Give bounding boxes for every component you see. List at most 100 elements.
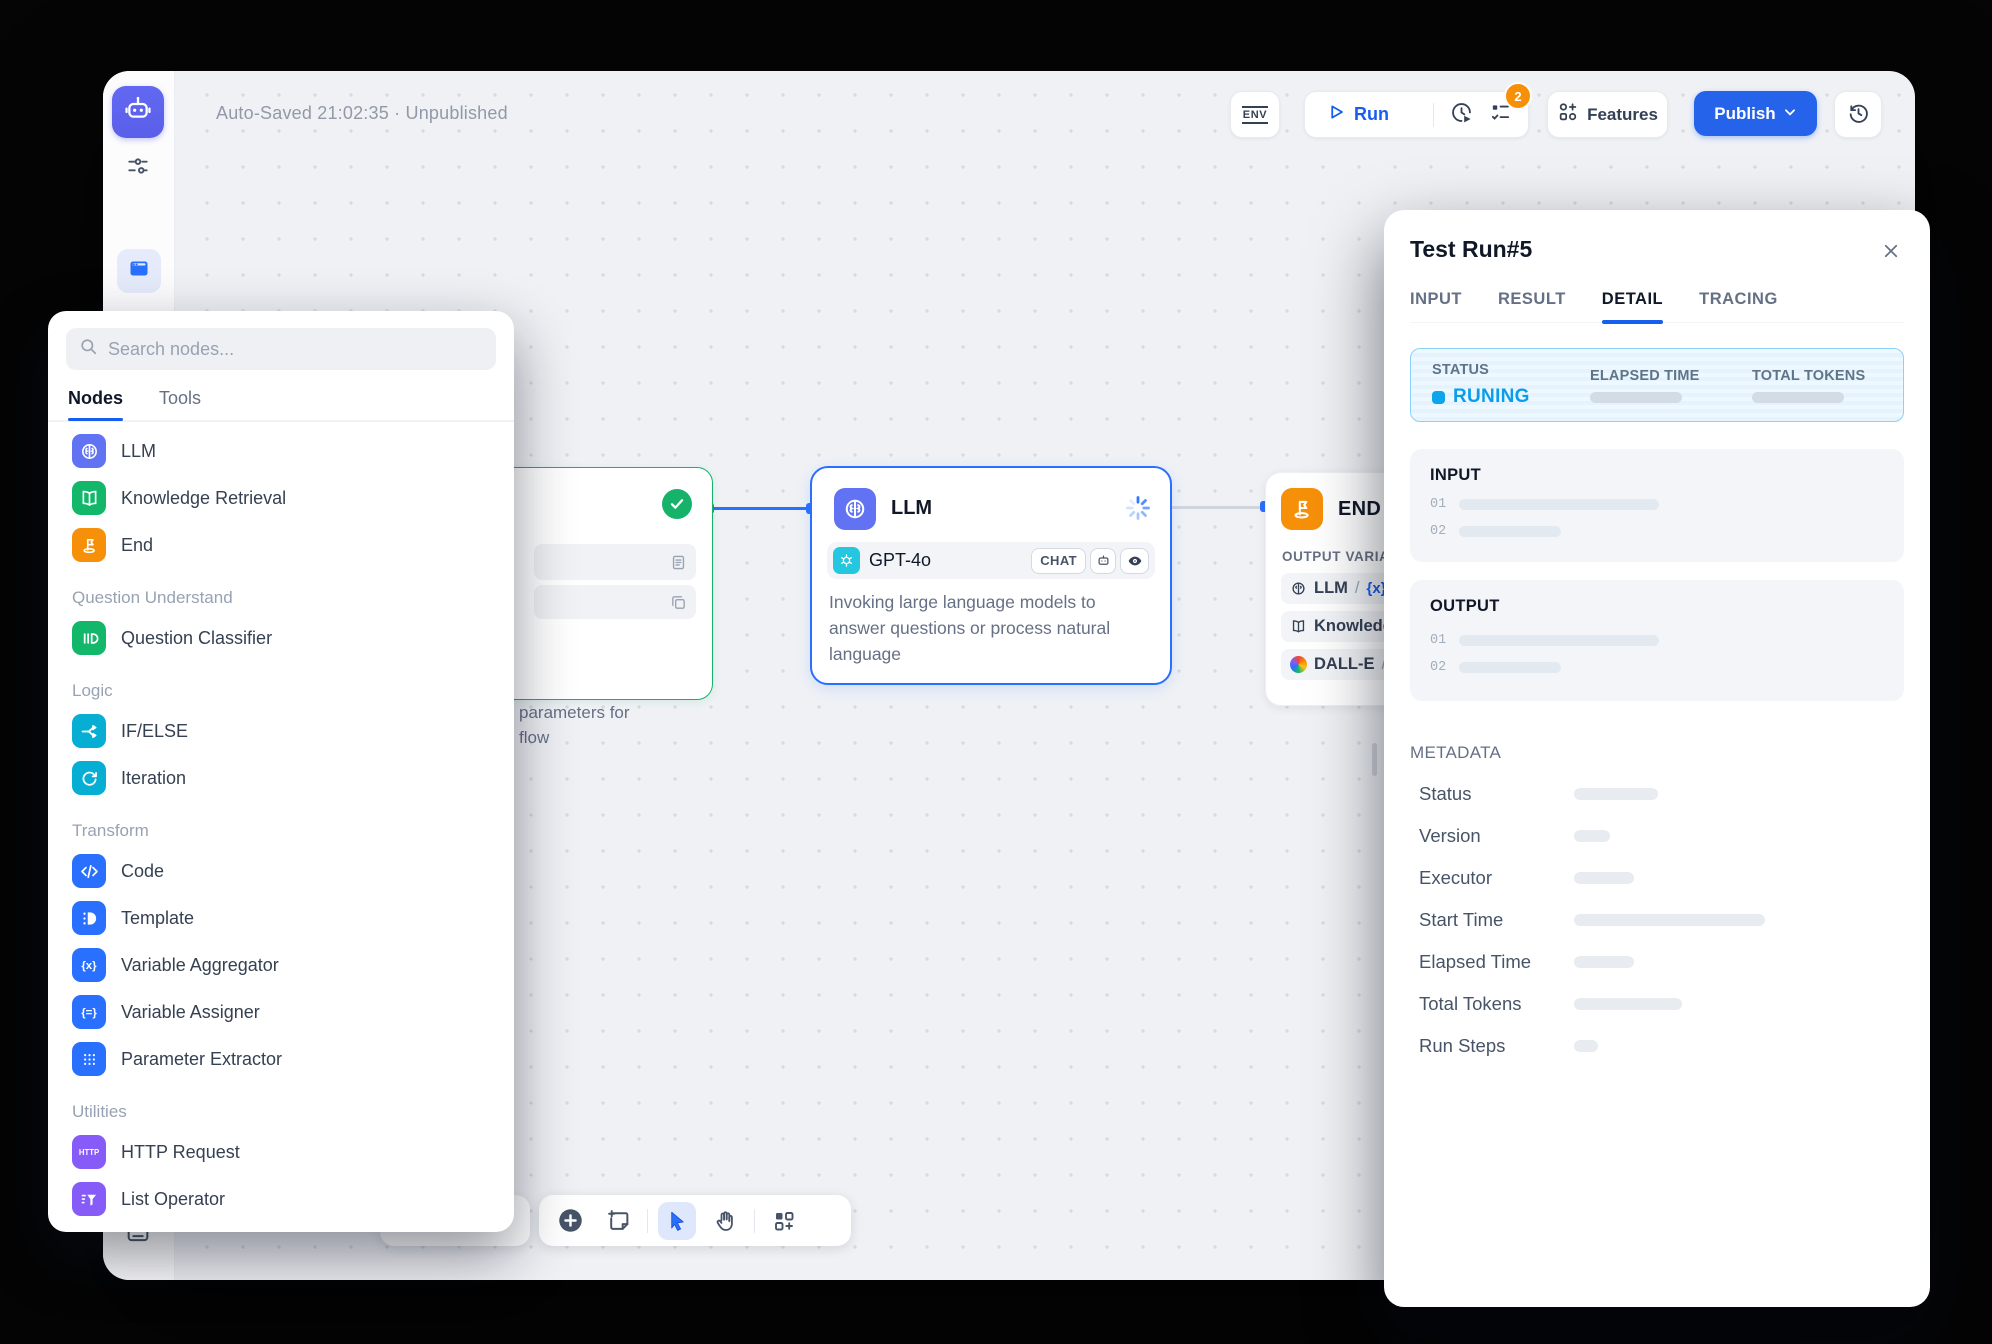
input-title: INPUT — [1430, 466, 1884, 485]
tab-result[interactable]: RESULT — [1498, 290, 1566, 322]
section-utilities: Utilities — [66, 1095, 496, 1129]
env-icon: ENV — [1242, 106, 1268, 124]
node-item-question-classifier[interactable]: Question Classifier — [66, 615, 496, 662]
node-item-variable-assigner[interactable]: {=} Variable Assigner — [66, 989, 496, 1036]
node-item-end[interactable]: End — [66, 522, 496, 569]
metadata-row: Elapsed Time — [1410, 941, 1904, 983]
organize-layout-button[interactable] — [765, 1202, 803, 1240]
metadata-row: Version — [1410, 815, 1904, 857]
settings-sliders-icon[interactable] — [125, 153, 151, 179]
metadata-row: Status — [1410, 773, 1904, 815]
robot-icon — [122, 94, 154, 131]
features-icon — [1557, 101, 1579, 128]
tab-input[interactable]: INPUT — [1410, 290, 1462, 322]
section-transform: Transform — [66, 814, 496, 848]
tab-detail[interactable]: DETAIL — [1602, 290, 1663, 322]
llm-icon — [72, 434, 106, 468]
app-logo[interactable] — [112, 86, 164, 138]
status-value: RUNING — [1453, 386, 1530, 408]
run-button[interactable]: Run — [1305, 103, 1433, 126]
pointer-tool-button[interactable] — [658, 1202, 696, 1240]
model-name: GPT-4o — [869, 550, 931, 571]
value-placeholder — [1574, 872, 1634, 884]
test-run-title: Test Run#5 — [1410, 236, 1904, 263]
history-button[interactable] — [1834, 91, 1882, 138]
env-button[interactable]: ENV — [1230, 91, 1280, 138]
test-run-panel: Test Run#5 INPUT RESULT DETAIL TRACING S… — [1384, 210, 1930, 1307]
tab-tools[interactable]: Tools — [159, 388, 201, 419]
if-else-icon — [72, 714, 106, 748]
start-node-field[interactable] — [534, 544, 696, 580]
llm-node[interactable]: LLM GPT-4o CHAT — [810, 466, 1172, 685]
metadata-row: Start Time — [1410, 899, 1904, 941]
llm-node-title: LLM — [891, 497, 932, 520]
list-operator-icon — [72, 1182, 106, 1216]
llm-brain-icon — [834, 488, 876, 530]
publish-button[interactable]: Publish — [1694, 91, 1817, 136]
node-item-knowledge-retrieval[interactable]: Knowledge Retrieval — [66, 475, 496, 522]
value-placeholder — [1574, 1040, 1598, 1052]
svg-text:{x}: {x} — [81, 960, 97, 972]
add-node-button[interactable] — [551, 1202, 589, 1240]
llm-brain-outline-icon — [1290, 580, 1307, 597]
code-icon — [72, 854, 106, 888]
notification-badge: 2 — [1504, 82, 1532, 110]
end-flag-icon — [1281, 488, 1323, 530]
svg-text:HTTP: HTTP — [79, 1148, 99, 1157]
output-placeholder — [1459, 635, 1659, 646]
svg-text:{=}: {=} — [81, 1007, 97, 1019]
node-item-if-else[interactable]: IF/ELSE — [66, 708, 496, 755]
node-item-template[interactable]: Template — [66, 895, 496, 942]
node-item-llm[interactable]: LLM — [66, 428, 496, 475]
variable-aggregator-icon: {x} — [72, 948, 106, 982]
output-card: OUTPUT 01 02 — [1410, 580, 1904, 701]
model-selector[interactable]: GPT-4o CHAT — [827, 542, 1155, 579]
metadata-row: Executor — [1410, 857, 1904, 899]
features-button[interactable]: Features — [1547, 91, 1668, 138]
divider — [647, 1209, 648, 1233]
tab-tracing[interactable]: TRACING — [1699, 290, 1778, 322]
start-node-field[interactable] — [534, 585, 696, 619]
search-input[interactable]: Search nodes... — [66, 328, 496, 370]
history-icon — [1847, 101, 1870, 129]
vision-eye-badge — [1120, 548, 1149, 574]
sidebar-item-workflow[interactable] — [117, 249, 161, 293]
node-item-http-request[interactable]: HTTP HTTP Request — [66, 1129, 496, 1176]
canvas-scroll-indicator[interactable] — [1372, 743, 1377, 776]
run-group: Run 2 — [1304, 91, 1529, 138]
node-item-code[interactable]: Code — [66, 848, 496, 895]
section-logic: Logic — [66, 674, 496, 708]
node-list: LLM Knowledge Retrieval End Question Und… — [66, 428, 496, 1223]
node-item-parameter-extractor[interactable]: Parameter Extractor — [66, 1036, 496, 1083]
test-run-tabs: INPUT RESULT DETAIL TRACING — [1410, 290, 1904, 323]
copy-icon — [670, 594, 687, 611]
metadata-row: Run Steps — [1410, 1025, 1904, 1067]
template-icon — [72, 901, 106, 935]
input-card: INPUT 01 02 — [1410, 449, 1904, 562]
node-item-iteration[interactable]: Iteration — [66, 755, 496, 802]
success-check-icon — [662, 489, 692, 519]
knowledge-retrieval-icon — [72, 481, 106, 515]
close-icon[interactable] — [1878, 238, 1904, 264]
end-node-title: END — [1338, 498, 1381, 521]
end-icon — [72, 528, 106, 562]
tab-nodes[interactable]: Nodes — [68, 388, 123, 419]
node-picker-panel: Search nodes... Nodes Tools LLM Knowledg… — [48, 311, 514, 1232]
elapsed-placeholder — [1590, 392, 1682, 403]
add-note-button[interactable] — [599, 1202, 637, 1240]
hand-tool-button[interactable] — [706, 1202, 744, 1240]
search-icon — [79, 337, 98, 361]
tokens-placeholder — [1752, 392, 1844, 403]
llm-node-description: Invoking large language models to answer… — [829, 589, 1153, 667]
clock-play-icon[interactable] — [1450, 101, 1473, 129]
play-icon — [1327, 103, 1345, 126]
input-placeholder — [1459, 499, 1659, 510]
value-placeholder — [1574, 998, 1682, 1010]
running-dot — [1432, 391, 1445, 404]
node-item-list-operator[interactable]: List Operator — [66, 1176, 496, 1223]
output-placeholder — [1459, 662, 1561, 673]
node-item-variable-aggregator[interactable]: {x} Variable Aggregator — [66, 942, 496, 989]
node-picker-tabs: Nodes Tools — [68, 388, 494, 419]
status-label: STATUS — [1432, 362, 1590, 378]
status-banner: STATUS RUNING ELAPSED TIME TOTAL TOKENS — [1410, 348, 1904, 422]
